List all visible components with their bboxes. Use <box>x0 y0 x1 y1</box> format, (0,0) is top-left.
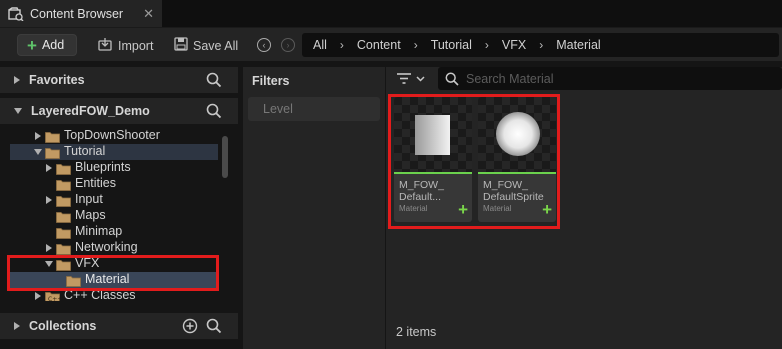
breadcrumb-item[interactable]: Content <box>357 38 401 52</box>
search-placeholder: Search Material <box>466 71 554 86</box>
save-all-button[interactable]: Save All <box>174 37 238 54</box>
import-label: Import <box>118 38 154 53</box>
chevron-right-icon[interactable]: › <box>539 38 543 52</box>
expand-arrow-icon[interactable] <box>14 322 20 330</box>
expand-arrow-icon[interactable] <box>44 195 54 205</box>
search-icon <box>445 72 459 86</box>
folder-icon <box>56 211 71 223</box>
folder-icon <box>56 195 71 207</box>
tab-content-browser[interactable]: Content Browser ✕ <box>0 0 162 27</box>
close-icon[interactable]: ✕ <box>143 6 154 22</box>
collapse-arrow-icon[interactable] <box>33 147 43 157</box>
highlight-box-tree <box>7 255 219 291</box>
save-all-label: Save All <box>193 38 239 53</box>
import-icon <box>98 37 113 54</box>
tree-item[interactable]: Minimap <box>0 224 220 240</box>
expand-arrow-icon[interactable] <box>33 131 43 141</box>
back-icon[interactable]: ‹ <box>257 38 271 52</box>
tree-item[interactable]: Entities <box>0 176 220 192</box>
tree-scrollbar[interactable] <box>222 136 228 178</box>
add-collection-icon[interactable] <box>182 318 198 337</box>
folder-open-icon <box>45 147 60 159</box>
plus-icon: + <box>27 35 37 55</box>
search-icon[interactable] <box>206 103 222 122</box>
search-input[interactable]: Search Material <box>438 67 782 90</box>
filter-icon[interactable] <box>396 73 428 88</box>
project-header[interactable]: LayeredFOW_Demo <box>0 98 238 124</box>
chevron-right-icon[interactable]: › <box>485 38 489 52</box>
toolbar: + Add Import Save All ‹ › All › Content … <box>0 27 782 61</box>
chevron-right-icon[interactable]: › <box>414 38 418 52</box>
import-button[interactable]: Import <box>98 37 153 54</box>
highlight-box-assets <box>388 94 560 229</box>
collapse-arrow-icon[interactable] <box>14 108 22 114</box>
breadcrumb-item[interactable]: Material <box>556 38 600 52</box>
svg-text:C++: C++ <box>48 296 60 301</box>
cpp-folder-icon: C++ <box>45 291 62 301</box>
forward-icon[interactable]: › <box>281 38 295 52</box>
tree-item-label: Input <box>75 192 103 206</box>
breadcrumb-item[interactable]: VFX <box>502 38 526 52</box>
breadcrumb-item[interactable]: All <box>313 38 327 52</box>
filter-level-item[interactable]: Level <box>248 97 380 121</box>
search-icon[interactable] <box>206 72 222 91</box>
add-label: Add <box>41 38 65 52</box>
folder-icon <box>45 131 60 143</box>
folder-icon <box>56 243 71 255</box>
breadcrumb: All › Content › Tutorial › VFX › Materia… <box>302 33 779 57</box>
add-button[interactable]: + Add <box>17 34 77 56</box>
folder-icon <box>56 179 71 191</box>
breadcrumb-item[interactable]: Tutorial <box>431 38 472 52</box>
collections-header[interactable]: Collections <box>0 313 238 339</box>
tree-item[interactable]: Blueprints <box>0 160 220 176</box>
tab-title: Content Browser <box>30 6 124 21</box>
tree-item-label: TopDownShooter <box>64 128 160 142</box>
folder-icon <box>56 227 71 239</box>
folder-icon <box>56 163 71 175</box>
content-browser-icon <box>8 6 24 21</box>
favorites-header[interactable]: Favorites <box>0 67 238 93</box>
tree-item[interactable]: Networking <box>0 240 220 256</box>
tree-item-label: Maps <box>75 208 106 222</box>
filters-panel: Filters Level <box>243 67 385 349</box>
tab-bar: Content Browser ✕ <box>0 0 782 27</box>
expand-arrow-icon[interactable] <box>14 76 20 84</box>
project-label: LayeredFOW_Demo <box>31 104 150 118</box>
chevron-right-icon[interactable]: › <box>340 38 344 52</box>
item-count: 2 items <box>396 325 437 339</box>
tree-item-label: Entities <box>75 176 116 190</box>
search-icon[interactable] <box>206 318 222 337</box>
tree-item[interactable]: Tutorial <box>10 144 218 160</box>
favorites-label: Favorites <box>29 73 85 87</box>
expand-arrow-icon[interactable] <box>44 243 54 253</box>
tree-item[interactable]: Maps <box>0 208 220 224</box>
tree-item-label: Minimap <box>75 224 123 238</box>
tree-item-label: Blueprints <box>75 160 131 174</box>
collections-label: Collections <box>29 319 97 333</box>
expand-arrow-icon[interactable] <box>33 291 43 301</box>
filters-title: Filters <box>252 74 290 88</box>
tree-item-label: Networking <box>75 240 138 254</box>
tree-item[interactable]: TopDownShooter <box>0 128 220 144</box>
expand-arrow-icon[interactable] <box>44 163 54 173</box>
tree-item-label: Tutorial <box>64 144 106 158</box>
tree-item[interactable]: Input <box>0 192 220 208</box>
save-icon <box>174 37 188 54</box>
